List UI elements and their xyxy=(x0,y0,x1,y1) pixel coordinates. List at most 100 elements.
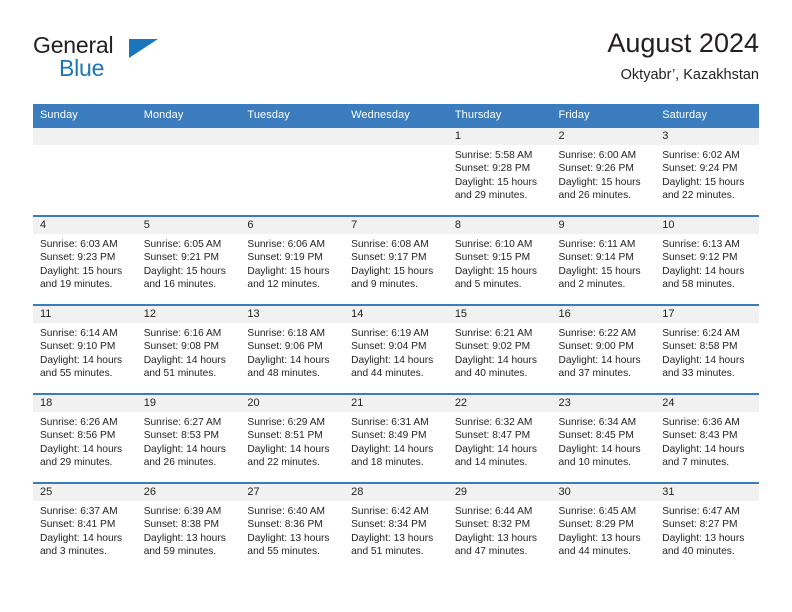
calendar-day-cell[interactable]: 17 Sunrise: 6:24 AM Sunset: 8:58 PM Dayligh… xyxy=(655,304,759,394)
sunset-time: Sunset: 9:17 PM xyxy=(351,252,427,264)
day-number: 6 xyxy=(240,217,345,234)
page-title: August 2024 xyxy=(607,28,759,58)
sunset-time: Sunset: 9:24 PM xyxy=(662,163,738,175)
calendar-day-cell[interactable]: 10 Sunrise: 6:13 AM Sunset: 9:12 PM Dayligh… xyxy=(655,215,759,305)
calendar-day-cell[interactable]: 20 Sunrise: 6:29 AM Sunset: 8:51 PM Dayligh… xyxy=(240,393,345,483)
sunset-time: Sunset: 9:26 PM xyxy=(558,163,634,175)
sunset-time: Sunset: 9:28 PM xyxy=(454,163,531,175)
calendar-day-cell[interactable]: 28 Sunrise: 6:42 AM Sunset: 8:34 PM Dayligh… xyxy=(344,482,448,572)
calendar-day-cell[interactable]: 13 Sunrise: 6:18 AM Sunset: 9:06 PM Dayligh… xyxy=(240,304,345,394)
daylight-duration-line2: and 59 minutes. xyxy=(143,545,217,557)
day-details: Sunrise: 6:21 AM Sunset: 9:02 PM Daylight:… xyxy=(448,323,552,380)
day-details: Sunrise: 6:42 AM Sunset: 8:34 PM Daylight:… xyxy=(344,501,448,558)
calendar-day-cell[interactable]: 29 Sunrise: 6:44 AM Sunset: 8:32 PM Dayligh… xyxy=(447,482,552,572)
calendar-day-cell[interactable]: 1 Sunrise: 5:58 AM Sunset: 9:28 PM Daylight… xyxy=(447,126,552,216)
sunset-time: Sunset: 9:04 PM xyxy=(351,341,427,353)
sunrise-time: Sunrise: 6:27 AM xyxy=(143,417,222,428)
sunrise-time: Sunrise: 6:14 AM xyxy=(40,328,118,339)
day-details: Sunrise: 6:08 AM Sunset: 9:17 PM Daylight:… xyxy=(344,234,448,291)
calendar-day-cell[interactable]: 14 Sunrise: 6:19 AM Sunset: 9:04 PM Dayligh… xyxy=(344,304,448,394)
calendar-day-cell[interactable]: 12 Sunrise: 6:16 AM Sunset: 9:08 PM Dayligh… xyxy=(136,304,241,394)
sunset-time: Sunset: 9:12 PM xyxy=(662,252,738,264)
sunrise-time: Sunrise: 6:47 AM xyxy=(662,506,740,517)
daylight-duration-line1: Daylight: 14 hours xyxy=(558,443,641,455)
calendar-day-cell[interactable]: 16 Sunrise: 6:22 AM Sunset: 9:00 PM Dayligh… xyxy=(551,304,656,394)
daylight-duration-line2: and 51 minutes. xyxy=(351,545,424,557)
calendar-day-cell[interactable]: 11 Sunrise: 6:14 AM Sunset: 9:10 PM Dayligh… xyxy=(33,304,137,394)
daylight-duration-line2: and 19 minutes. xyxy=(40,278,113,290)
calendar-day-cell[interactable]: 2 Sunrise: 6:00 AM Sunset: 9:26 PM Daylight… xyxy=(551,126,656,216)
daylight-duration-line2: and 33 minutes. xyxy=(662,367,735,379)
calendar-day-cell[interactable]: 31 Sunrise: 6:47 AM Sunset: 8:27 PM Dayligh… xyxy=(655,482,759,572)
sunrise-time: Sunrise: 6:45 AM xyxy=(558,506,637,517)
sunset-time: Sunset: 9:08 PM xyxy=(143,341,220,353)
daylight-duration-line2: and 26 minutes. xyxy=(558,189,632,201)
calendar-day-cell[interactable]: 23 Sunrise: 6:34 AM Sunset: 8:45 PM Dayligh… xyxy=(551,393,656,483)
calendar-day-cell[interactable]: 4 Sunrise: 6:03 AM Sunset: 9:23 PM Daylight… xyxy=(33,215,137,305)
calendar-day-cell[interactable]: 15 Sunrise: 6:21 AM Sunset: 9:02 PM Dayligh… xyxy=(447,304,552,394)
daylight-duration-line2: and 16 minutes. xyxy=(143,278,217,290)
calendar-day-cell[interactable]: 27 Sunrise: 6:40 AM Sunset: 8:36 PM Dayligh… xyxy=(240,482,345,572)
sunrise-time: Sunrise: 6:13 AM xyxy=(662,239,740,250)
calendar-day-cell[interactable]: 21 Sunrise: 6:31 AM Sunset: 8:49 PM Dayligh… xyxy=(344,393,448,483)
calendar-day-cell[interactable]: 6 Sunrise: 6:06 AM Sunset: 9:19 PM Daylight… xyxy=(240,215,345,305)
sunset-time: Sunset: 9:02 PM xyxy=(454,341,531,353)
calendar-day-cell[interactable]: 19 Sunrise: 6:27 AM Sunset: 8:53 PM Dayligh… xyxy=(136,393,241,483)
calendar-day-cell[interactable]: 22 Sunrise: 6:32 AM Sunset: 8:47 PM Dayligh… xyxy=(447,393,552,483)
day-number: 28 xyxy=(344,484,448,501)
daylight-duration-line1: Daylight: 15 hours xyxy=(40,265,123,277)
day-number: 12 xyxy=(136,306,241,323)
calendar-day-cell[interactable]: 30 Sunrise: 6:45 AM Sunset: 8:29 PM Dayligh… xyxy=(551,482,656,572)
daylight-duration-line2: and 37 minutes. xyxy=(558,367,632,379)
sunset-time: Sunset: 9:23 PM xyxy=(40,252,116,264)
sunset-time: Sunset: 8:51 PM xyxy=(247,430,323,442)
day-number: 7 xyxy=(344,217,448,234)
day-number: 17 xyxy=(655,306,759,323)
day-number: 25 xyxy=(33,484,137,501)
daylight-duration-line1: Daylight: 14 hours xyxy=(558,354,641,366)
calendar-day-cell[interactable]: 3 Sunrise: 6:02 AM Sunset: 9:24 PM Daylight… xyxy=(655,126,759,216)
daylight-duration-line1: Daylight: 14 hours xyxy=(40,443,123,455)
daylight-duration-line1: Daylight: 14 hours xyxy=(351,443,434,455)
daylight-duration-line1: Daylight: 15 hours xyxy=(351,265,434,277)
daylight-duration-line2: and 55 minutes. xyxy=(40,367,113,379)
day-number: 19 xyxy=(136,395,241,412)
calendar-day-cell[interactable]: 18 Sunrise: 6:26 AM Sunset: 8:56 PM Dayligh… xyxy=(33,393,137,483)
daylight-duration-line2: and 29 minutes. xyxy=(40,456,113,468)
sunrise-time: Sunrise: 6:05 AM xyxy=(143,239,222,250)
daylight-duration-line2: and 51 minutes. xyxy=(143,367,217,379)
calendar-week-row: 25 Sunrise: 6:37 AM Sunset: 8:41 PM Dayligh… xyxy=(33,482,759,572)
sunset-time: Sunset: 8:29 PM xyxy=(558,519,634,531)
sunset-time: Sunset: 8:27 PM xyxy=(662,519,738,531)
day-number: 18 xyxy=(33,395,137,412)
general-blue-logo[interactable]: General Blue xyxy=(33,32,213,88)
daylight-duration-line2: and 10 minutes. xyxy=(558,456,632,468)
day-number: 4 xyxy=(33,217,137,234)
calendar-day-cell[interactable]: 7 Sunrise: 6:08 AM Sunset: 9:17 PM Daylight… xyxy=(344,215,448,305)
calendar-day-cell[interactable]: 25 Sunrise: 6:37 AM Sunset: 8:41 PM Dayligh… xyxy=(33,482,137,572)
daylight-duration-line1: Daylight: 15 hours xyxy=(143,265,226,277)
sunset-time: Sunset: 9:06 PM xyxy=(247,341,323,353)
calendar-day-cell[interactable]: 26 Sunrise: 6:39 AM Sunset: 8:38 PM Dayligh… xyxy=(136,482,241,572)
daylight-duration-line2: and 3 minutes. xyxy=(40,545,107,557)
calendar-day-cell[interactable]: 5 Sunrise: 6:05 AM Sunset: 9:21 PM Daylight… xyxy=(136,215,241,305)
day-number: 5 xyxy=(136,217,241,234)
calendar-day-cell[interactable]: 24 Sunrise: 6:36 AM Sunset: 8:43 PM Dayligh… xyxy=(655,393,759,483)
daylight-duration-line2: and 29 minutes. xyxy=(454,189,528,201)
daylight-duration-line2: and 9 minutes. xyxy=(351,278,418,290)
calendar-day-cell[interactable]: 9 Sunrise: 6:11 AM Sunset: 9:14 PM Daylight… xyxy=(551,215,656,305)
sunrise-time: Sunrise: 6:11 AM xyxy=(558,239,636,250)
calendar-day-cell[interactable]: 8 Sunrise: 6:10 AM Sunset: 9:15 PM Daylight… xyxy=(447,215,552,305)
calendar-table: Sunday Monday Tuesday Wednesday Thursday… xyxy=(33,104,759,572)
day-details: Sunrise: 6:36 AM Sunset: 8:43 PM Daylight:… xyxy=(655,412,759,469)
daylight-duration-line1: Daylight: 15 hours xyxy=(454,265,537,277)
day-details: Sunrise: 6:05 AM Sunset: 9:21 PM Daylight:… xyxy=(137,234,241,291)
calendar-header-row: Sunday Monday Tuesday Wednesday Thursday… xyxy=(33,104,759,127)
sunset-time: Sunset: 8:45 PM xyxy=(558,430,634,442)
sunrise-time: Sunrise: 6:19 AM xyxy=(351,328,429,339)
calendar-week-row: 18 Sunrise: 6:26 AM Sunset: 8:56 PM Dayligh… xyxy=(33,393,759,483)
day-details: Sunrise: 6:22 AM Sunset: 9:00 PM Daylight:… xyxy=(552,323,656,380)
daylight-duration-line1: Daylight: 14 hours xyxy=(662,265,745,277)
day-details: Sunrise: 6:26 AM Sunset: 8:56 PM Daylight:… xyxy=(33,412,137,469)
daylight-duration-line1: Daylight: 15 hours xyxy=(247,265,330,277)
